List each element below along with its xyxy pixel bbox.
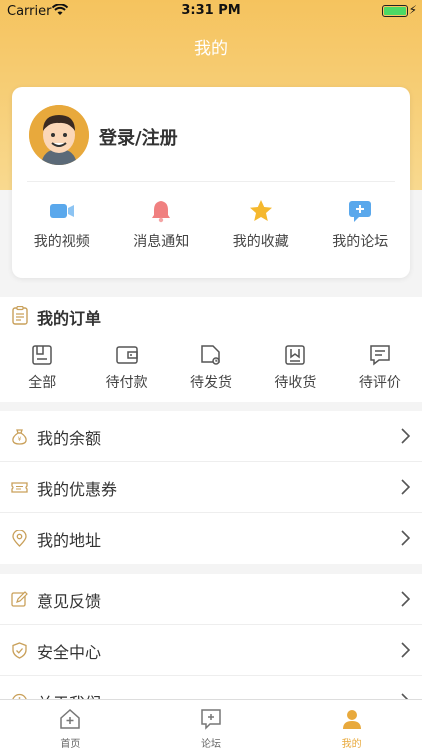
clipboard-icon <box>12 305 28 329</box>
menu-item-label: 我的优惠券 <box>37 480 118 499</box>
charging-icon: ⚡ <box>408 3 417 17</box>
menu-item-label: 意见反馈 <box>37 592 102 611</box>
order-pending-receipt[interactable]: 待收货 <box>253 343 337 392</box>
tab-label: 论坛 <box>201 739 221 750</box>
forum-icon <box>349 201 372 222</box>
tab-home[interactable]: 首页 <box>0 700 141 750</box>
chevron-right-icon <box>401 530 411 550</box>
video-icon <box>49 204 74 218</box>
menu-item-security[interactable]: 安全中心 <box>0 625 422 676</box>
money-bag-icon: ¥ <box>11 428 28 449</box>
avatar[interactable] <box>29 105 89 165</box>
tab-label: 首页 <box>60 739 81 750</box>
order-pending-payment[interactable]: 待付款 <box>84 343 168 392</box>
svg-text:¥: ¥ <box>18 436 22 443</box>
menu-item-label: 我的余额 <box>37 429 102 448</box>
menu-group-wallet: ¥ 我的余额 我的优惠券 我的地址 <box>0 411 422 564</box>
menu-item-balance[interactable]: ¥ 我的余额 <box>0 411 422 462</box>
chevron-right-icon <box>401 591 411 611</box>
box-icon <box>32 345 52 365</box>
tab-mine[interactable]: 我的 <box>281 700 422 750</box>
location-icon <box>11 529 28 551</box>
tab-bar: 首页 论坛 我的 <box>0 699 422 750</box>
quick-link-favorites[interactable]: 我的收藏 <box>211 199 311 251</box>
quick-link-label: 我的收藏 <box>232 234 289 250</box>
tab-label: 我的 <box>341 739 362 750</box>
battery-icon <box>382 5 408 17</box>
bell-icon <box>152 201 171 223</box>
login-register-link[interactable]: 登录/注册 <box>99 124 178 150</box>
shield-icon <box>11 642 28 663</box>
order-label: 待收货 <box>274 375 317 391</box>
tab-forum[interactable]: 论坛 <box>141 700 282 750</box>
profile-card: 登录/注册 我的视频 消息通知 我的收藏 我的论坛 <box>12 87 410 278</box>
screen: Carrier 3:31 PM ⚡ 我的 登录/注册 我的视频 消息通知 我的收… <box>0 0 422 750</box>
quick-links: 我的视频 消息通知 我的收藏 我的论坛 <box>12 199 410 251</box>
coupon-icon <box>11 479 28 500</box>
chevron-right-icon <box>401 642 411 662</box>
forum-tab-icon <box>201 709 221 730</box>
card-divider <box>27 181 395 182</box>
orders-title: 我的订单 <box>37 309 102 328</box>
menu-item-label: 安全中心 <box>37 643 102 662</box>
quick-link-label: 我的视频 <box>33 234 90 250</box>
receive-icon <box>285 345 306 365</box>
status-bar: Carrier 3:31 PM ⚡ <box>0 0 422 24</box>
menu-item-about[interactable]: 关于我们 <box>0 676 422 700</box>
truck-icon <box>201 345 220 365</box>
comment-icon <box>370 345 390 366</box>
menu-item-label: 我的地址 <box>37 531 102 550</box>
chevron-right-icon <box>401 428 411 448</box>
order-label: 待发货 <box>190 375 233 391</box>
order-label: 待评价 <box>358 375 401 391</box>
menu-item-feedback[interactable]: 意见反馈 <box>0 574 422 625</box>
page-title: 我的 <box>194 39 228 59</box>
order-pending-review[interactable]: 待评价 <box>338 343 422 392</box>
home-icon <box>60 708 81 729</box>
menu-item-address[interactable]: 我的地址 <box>0 513 422 564</box>
order-label: 待付款 <box>105 375 148 391</box>
order-pending-shipment[interactable]: 待发货 <box>169 343 253 392</box>
quick-link-videos[interactable]: 我的视频 <box>12 199 112 251</box>
order-all[interactable]: 全部 <box>0 343 84 392</box>
edit-icon <box>11 591 28 612</box>
chevron-right-icon <box>401 479 411 499</box>
clock: 3:31 PM <box>181 3 241 18</box>
menu-group-support: 意见反馈 安全中心 关于我们 <box>0 574 422 700</box>
orders-section: 我的订单 全部 待付款 待发货 待收货 待评价 <box>0 297 422 402</box>
quick-link-label: 消息通知 <box>133 234 190 250</box>
menu-item-coupons[interactable]: 我的优惠券 <box>0 462 422 513</box>
order-status-row: 全部 待付款 待发货 待收货 待评价 <box>0 343 422 392</box>
wallet-icon <box>115 346 138 364</box>
quick-link-label: 我的论坛 <box>332 234 389 250</box>
quick-link-notifications[interactable]: 消息通知 <box>112 199 212 251</box>
star-icon <box>249 200 272 221</box>
user-icon <box>342 710 361 729</box>
quick-link-forum[interactable]: 我的论坛 <box>311 199 411 251</box>
order-label: 全部 <box>28 375 57 391</box>
